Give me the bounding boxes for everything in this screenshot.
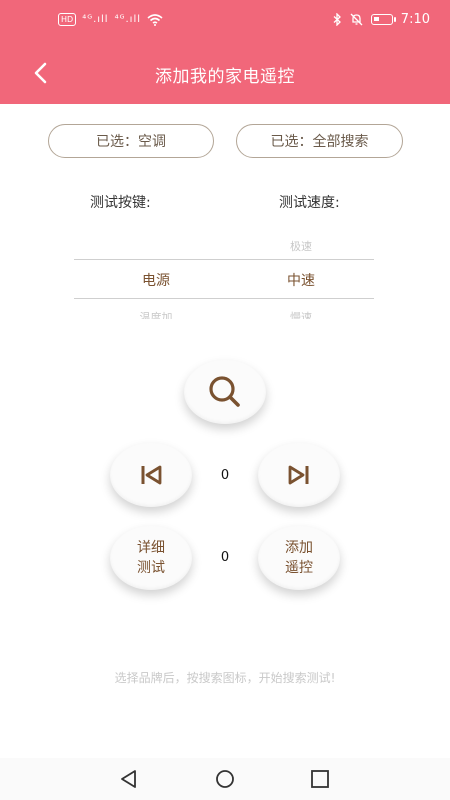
test-key-label: 测试按键:	[90, 195, 151, 211]
wheel-divider-top	[74, 259, 374, 260]
next-button[interactable]	[258, 443, 340, 507]
search-icon	[209, 376, 240, 407]
detail-test-line2: 测试	[137, 560, 165, 576]
signal-icon-2: ⁴ᴳ.ıll	[114, 14, 141, 25]
page-title: 添加我的家电遥控	[155, 67, 295, 87]
system-nav-bar	[0, 758, 450, 800]
add-remote-button[interactable]: 添加 遥控	[258, 526, 340, 590]
skip-previous-icon	[141, 465, 162, 485]
search-hint-text: 选择品牌后，按搜索图标，开始搜索测试!	[114, 671, 336, 685]
test-counter-top: 0	[220, 468, 230, 483]
square-recents-icon[interactable]	[308, 768, 332, 790]
brand-selector[interactable]: 已选：全部搜索	[236, 124, 403, 158]
add-remote-line1: 添加	[285, 540, 313, 556]
speed-option-above[interactable]: 极速	[241, 238, 361, 254]
clock: 7:10	[400, 12, 430, 27]
app-header: 添加我的家电遥控	[0, 44, 450, 104]
detail-test-line1: 详细	[137, 540, 165, 556]
hd-badge: HD	[58, 13, 77, 26]
add-remote-label: 添加 遥控	[285, 538, 313, 578]
skip-next-icon	[288, 465, 309, 485]
signal-icon: ⁴ᴳ.ıll	[82, 14, 109, 25]
triangle-back-icon[interactable]	[117, 768, 141, 790]
search-button[interactable]	[184, 360, 266, 424]
key-option-below[interactable]: 温度加	[96, 309, 216, 319]
detail-test-label: 详细 测试	[137, 538, 165, 578]
wifi-icon	[147, 13, 163, 26]
battery-icon	[370, 14, 396, 25]
wheel-divider-bottom	[74, 298, 374, 299]
status-right: 7:10	[333, 12, 430, 27]
circle-home-icon[interactable]	[213, 768, 237, 790]
previous-button[interactable]	[110, 443, 192, 507]
status-left: HD ⁴ᴳ.ıll ⁴ᴳ.ıll	[58, 13, 163, 26]
test-speed-label: 测试速度:	[279, 195, 340, 211]
bluetooth-icon	[333, 13, 341, 26]
test-counter-bottom: 0	[220, 550, 230, 565]
key-option-selected[interactable]: 电源	[96, 270, 216, 290]
mute-bell-icon	[350, 13, 363, 26]
detail-test-button[interactable]: 详细 测试	[110, 526, 192, 590]
speed-option-selected[interactable]: 中速	[241, 270, 361, 290]
speed-option-below[interactable]: 慢速	[241, 309, 361, 319]
device-type-selector[interactable]: 已选：空调	[48, 124, 214, 158]
status-bar: HD ⁴ᴳ.ıll ⁴ᴳ.ıll 7:10	[0, 0, 450, 44]
add-remote-line2: 遥控	[285, 560, 313, 576]
